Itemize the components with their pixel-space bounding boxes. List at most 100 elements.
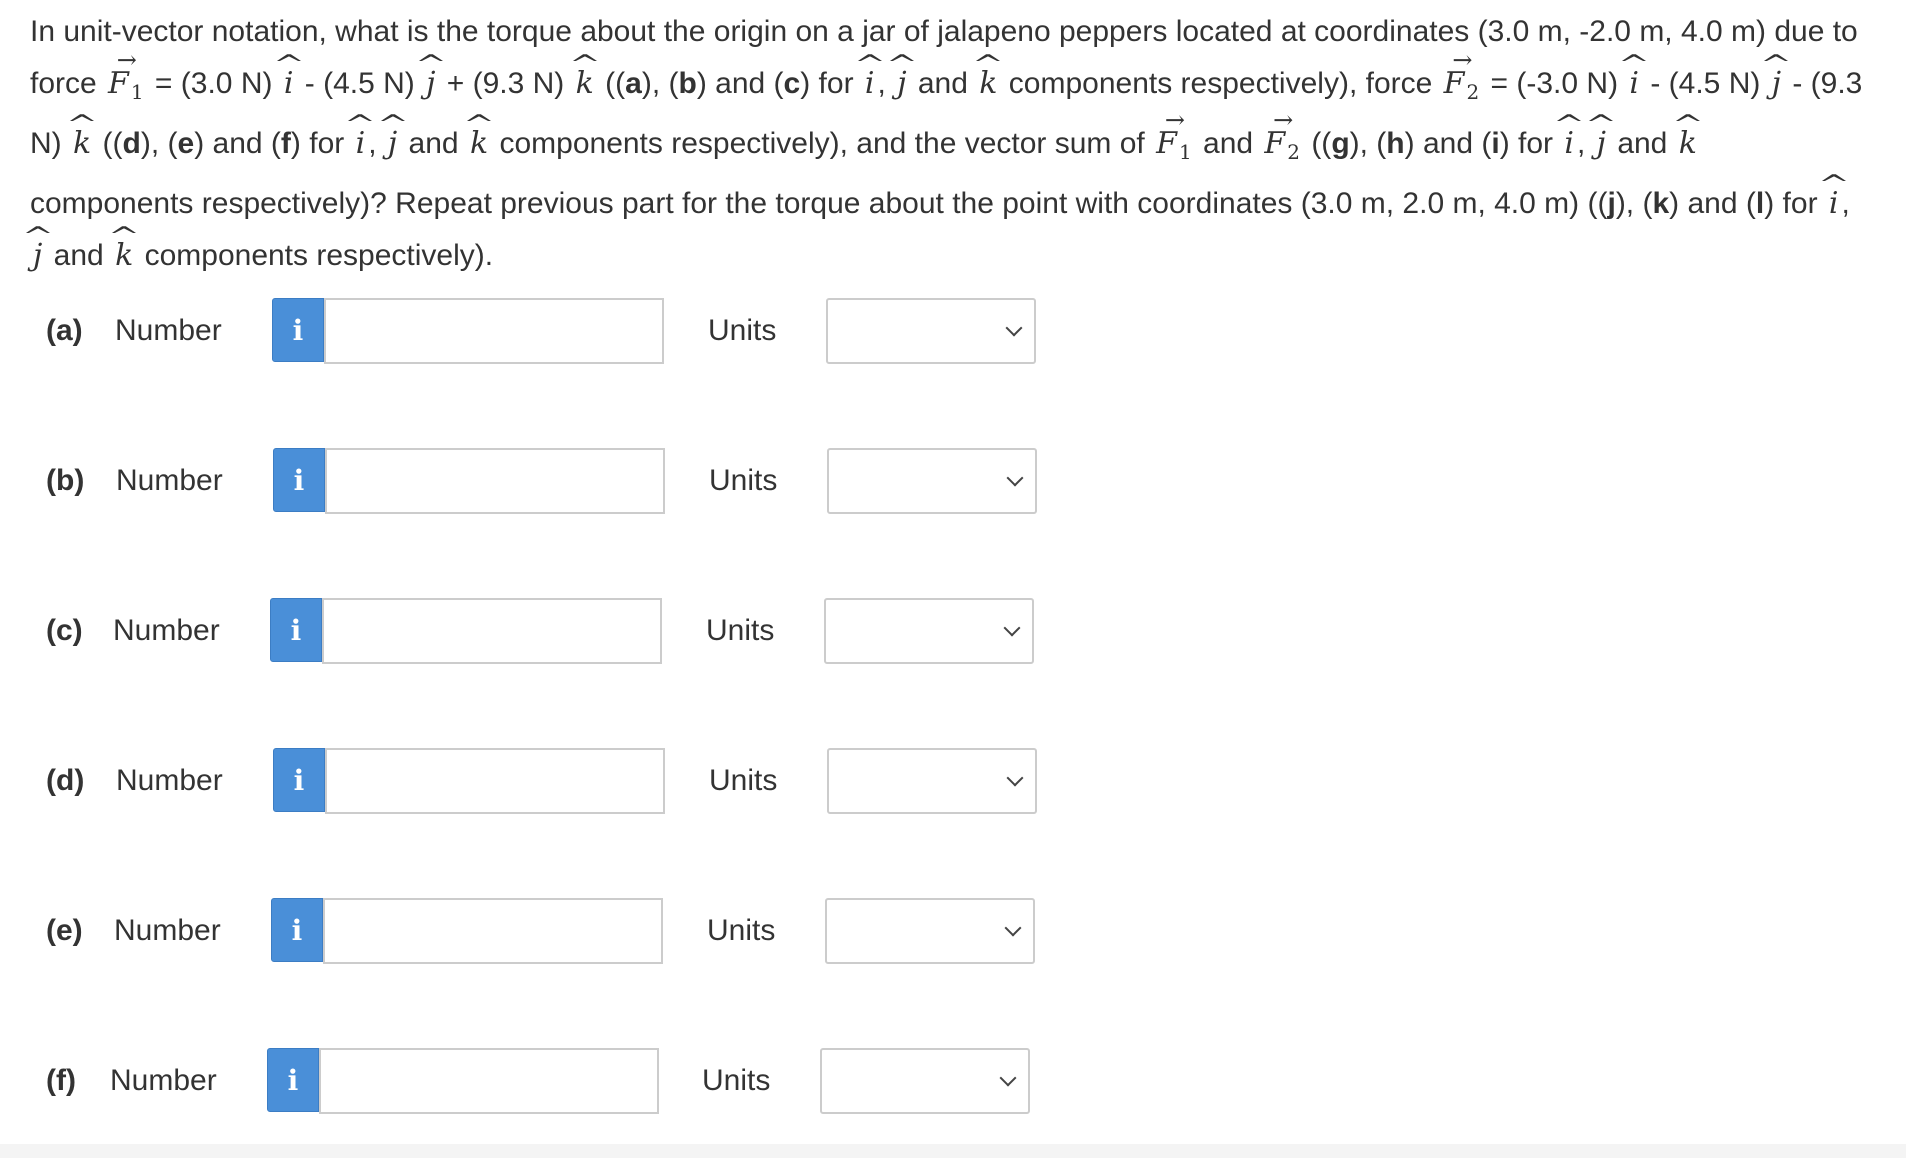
part-ref-a: a [625, 67, 642, 100]
number-label: Number [110, 1064, 217, 1097]
units-dropdown[interactable] [825, 898, 1035, 964]
number-input[interactable] [322, 598, 662, 664]
question-fragment: ) and ( [1669, 187, 1756, 220]
units-label: Units [702, 1064, 771, 1097]
unit-vector-j: j [30, 230, 45, 282]
question-fragment: - (4.5 N) [1642, 67, 1769, 100]
units-label: Units [707, 914, 776, 947]
question-fragment: ), ( [641, 67, 679, 100]
unit-vector-k: k [467, 118, 491, 170]
part-ref-b: b [678, 67, 697, 100]
question-fragment: ), ( [1349, 127, 1387, 160]
unit-vector-j: j [385, 118, 400, 170]
unit-vector-i: i [353, 118, 369, 170]
number-label: Number [113, 614, 220, 647]
number-input[interactable] [324, 298, 664, 364]
answer-row-c: (c) Number i Units [0, 598, 1906, 664]
chevron-down-icon [1003, 619, 1021, 637]
units-dropdown[interactable] [820, 1048, 1030, 1114]
part-ref-f: f [280, 127, 291, 160]
question-fragment: ) and ( [696, 67, 784, 100]
answer-row-e: (e) Number i Units [0, 898, 1906, 964]
info-icon[interactable]: i [273, 748, 325, 812]
part-label: (a) [46, 314, 83, 347]
unit-vector-j: j [894, 58, 909, 110]
unit-vector-k: k [112, 230, 136, 282]
part-ref-k: k [1652, 187, 1670, 220]
question-fragment: = (-3.0 N) [1482, 67, 1627, 100]
info-icon[interactable]: i [272, 298, 324, 362]
number-label: Number [116, 464, 223, 497]
unit-vector-k: k [70, 118, 94, 170]
unit-vector-i: i [281, 58, 297, 110]
part-ref-i: i [1491, 127, 1500, 160]
part-label: (c) [46, 614, 83, 647]
vector-F1: F1 [1153, 118, 1195, 178]
question-fragment: components respectively)? Repeat previou… [30, 187, 1608, 220]
info-icon[interactable]: i [267, 1048, 319, 1112]
question-fragment: - (4.5 N) [296, 67, 424, 100]
unit-vector-k: k [573, 58, 597, 110]
number-input[interactable] [323, 898, 663, 964]
answer-row-a: (a) Number i Units [0, 298, 1906, 364]
part-label: (b) [46, 464, 85, 497]
question-text: In unit-vector notation, what is the tor… [30, 6, 1870, 282]
question-fragment: ) and ( [194, 127, 281, 160]
number-input[interactable] [325, 748, 665, 814]
part-ref-c: c [783, 67, 801, 100]
question-fragment: (( [1302, 127, 1332, 160]
units-label: Units [709, 764, 778, 797]
part-ref-e: e [177, 127, 195, 160]
answer-row-f: (f) Number i Units [0, 1048, 1906, 1114]
question-fragment: + (9.3 N) [438, 67, 573, 100]
number-input[interactable] [319, 1048, 659, 1114]
page-footer-strip [0, 1144, 1906, 1158]
part-ref-d: d [122, 127, 141, 160]
part-label: (e) [46, 914, 83, 947]
question-fragment: = (3.0 N) [146, 67, 281, 100]
info-icon[interactable]: i [271, 898, 323, 962]
unit-vector-i: i [1561, 118, 1577, 170]
number-input[interactable] [325, 448, 665, 514]
answer-row-b: (b) Number i Units [0, 448, 1906, 514]
vector-F2: F2 [1441, 58, 1483, 118]
unit-vector-i: i [1826, 178, 1842, 230]
units-label: Units [709, 464, 778, 497]
part-ref-g: g [1331, 127, 1350, 160]
unit-vector-i: i [862, 58, 878, 110]
chevron-down-icon [1006, 769, 1024, 787]
question-page: In unit-vector notation, what is the tor… [0, 0, 1906, 1158]
question-fragment: ), ( [140, 127, 178, 160]
units-label: Units [708, 314, 777, 347]
question-fragment: ) for [800, 67, 862, 100]
chevron-down-icon [1005, 319, 1023, 337]
question-fragment: (( [94, 127, 123, 160]
question-fragment: components respectively), and the vector… [491, 127, 1154, 160]
question-fragment: ) for [1764, 187, 1826, 220]
units-dropdown[interactable] [826, 298, 1036, 364]
part-label: (d) [46, 764, 85, 797]
unit-vector-j: j [1594, 118, 1609, 170]
units-dropdown[interactable] [827, 448, 1037, 514]
question-fragment: components respectively). [136, 239, 494, 272]
part-label: (f) [46, 1064, 76, 1097]
number-label: Number [114, 914, 221, 947]
info-icon[interactable]: i [273, 448, 325, 512]
question-fragment: ) and ( [1404, 127, 1492, 160]
chevron-down-icon [999, 1069, 1017, 1087]
answer-row-d: (d) Number i Units [0, 748, 1906, 814]
part-ref-j: j [1607, 187, 1616, 220]
chevron-down-icon [1004, 919, 1022, 937]
vector-F2: F2 [1261, 118, 1303, 178]
units-label: Units [706, 614, 775, 647]
vector-F1: F1 [105, 58, 147, 118]
part-ref-h: h [1386, 127, 1405, 160]
number-label: Number [115, 314, 222, 347]
unit-vector-j: j [1769, 58, 1784, 110]
question-fragment: components respectively), force [1000, 67, 1441, 100]
units-dropdown[interactable] [824, 598, 1034, 664]
unit-vector-k: k [1676, 118, 1700, 170]
units-dropdown[interactable] [827, 748, 1037, 814]
info-icon[interactable]: i [270, 598, 322, 662]
question-fragment: ), ( [1615, 187, 1653, 220]
